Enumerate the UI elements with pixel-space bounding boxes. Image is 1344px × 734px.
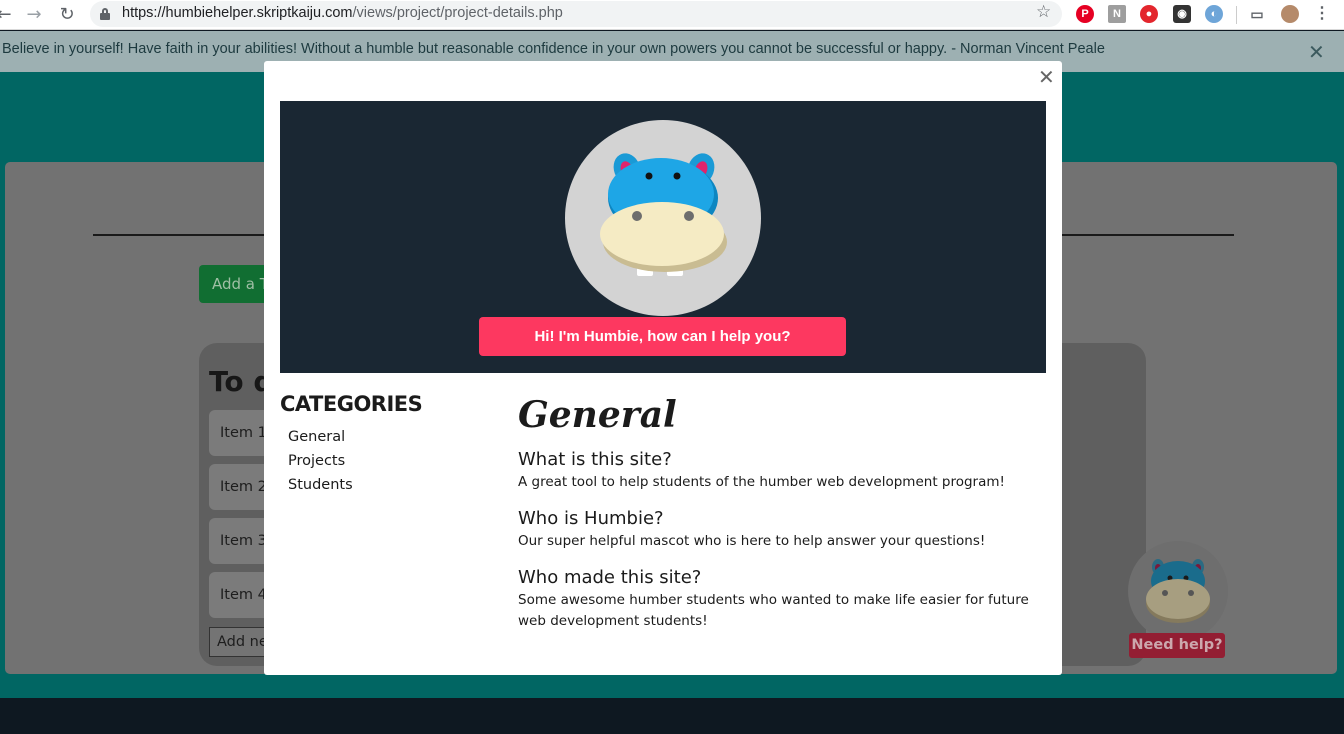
faq-answer: Our super helpful mascot who is here to …: [518, 533, 986, 549]
hippo-icon: [1146, 559, 1210, 623]
quote-text: Believe in yourself! Have faith in your …: [2, 41, 1105, 57]
section-title: General: [518, 394, 677, 436]
extension-n-icon[interactable]: N: [1108, 5, 1126, 23]
footer: [0, 698, 1344, 734]
help-widget[interactable]: Need help?: [1127, 541, 1228, 661]
close-icon[interactable]: ✕: [1038, 65, 1055, 89]
greeting-button[interactable]: Hi! I'm Humbie, how can I help you?: [479, 317, 846, 356]
lock-icon: [100, 8, 110, 20]
faq-answer: Some awesome humber students who wanted …: [518, 592, 1029, 629]
help-modal: ✕ Hi! I'm Humbie, how can I help you? CA…: [264, 61, 1062, 675]
browser-toolbar: ← → ↻ https://humbiehelper.skriptkaiju.c…: [0, 0, 1344, 30]
pinterest-icon[interactable]: P: [1076, 5, 1094, 23]
humbie-avatar: [565, 120, 761, 316]
menu-dots-icon[interactable]: ⋮: [1313, 5, 1331, 23]
bookmark-star-icon[interactable]: ☆: [1036, 2, 1051, 22]
reload-icon[interactable]: ↻: [55, 3, 79, 27]
extension-stop-icon[interactable]: ●: [1140, 5, 1158, 23]
address-bar[interactable]: https://humbiehelper.skriptkaiju.com/vie…: [90, 1, 1062, 27]
category-general-link[interactable]: General: [288, 429, 345, 445]
close-icon[interactable]: ✕: [1308, 40, 1325, 64]
profile-avatar[interactable]: [1281, 5, 1299, 23]
categories-heading: CATEGORIES: [280, 392, 423, 416]
forward-arrow-icon[interactable]: →: [22, 3, 46, 27]
extension-drop-icon[interactable]: ◐: [1205, 5, 1223, 23]
faq-question: Who is Humbie?: [518, 508, 664, 529]
extension-camera-icon[interactable]: ◉: [1173, 5, 1191, 23]
cast-icon[interactable]: ▭: [1248, 5, 1266, 23]
back-arrow-icon[interactable]: ←: [0, 3, 16, 27]
need-help-button[interactable]: Need help?: [1129, 633, 1225, 658]
faq-answer: A great tool to help students of the hum…: [518, 474, 1005, 490]
url-text: https://humbiehelper.skriptkaiju.com/vie…: [122, 5, 563, 21]
category-projects-link[interactable]: Projects: [288, 453, 345, 469]
category-students-link[interactable]: Students: [288, 477, 353, 493]
faq-question: Who made this site?: [518, 567, 702, 588]
hippo-icon: [600, 153, 727, 276]
humbie-banner: Hi! I'm Humbie, how can I help you?: [280, 101, 1046, 373]
faq-question: What is this site?: [518, 449, 672, 470]
humbie-avatar[interactable]: [1128, 541, 1228, 641]
